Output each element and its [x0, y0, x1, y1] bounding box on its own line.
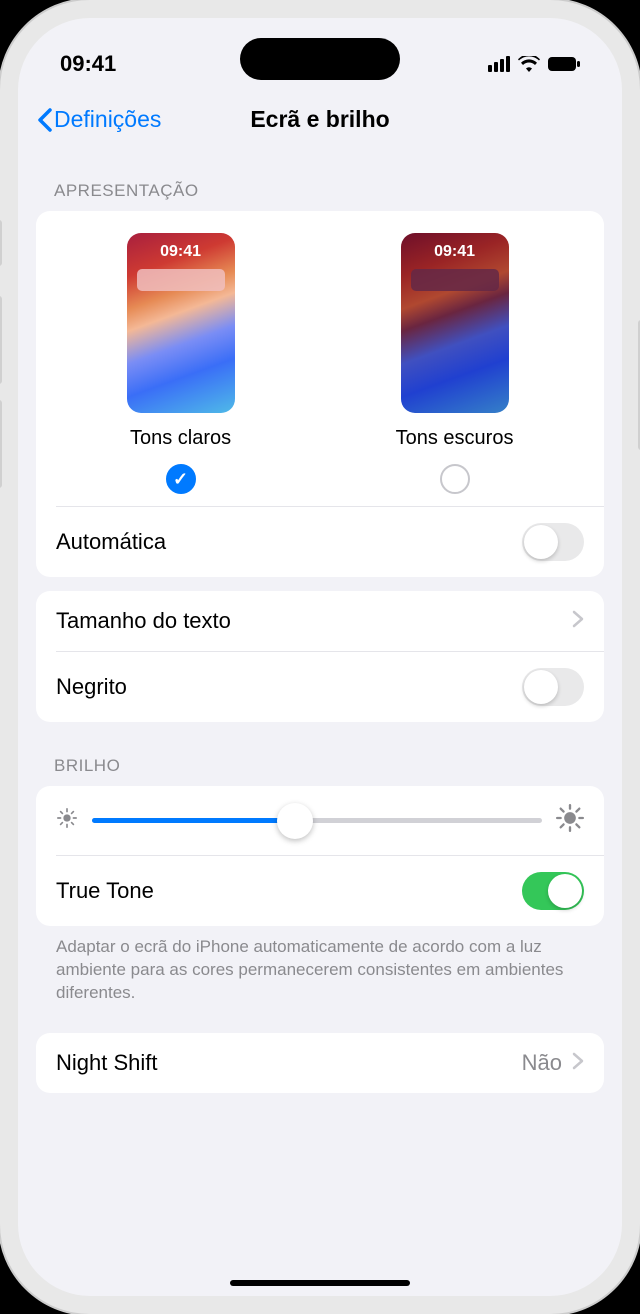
true-tone-toggle[interactable]: [522, 872, 584, 910]
dark-preview: 09:41: [401, 233, 509, 413]
light-radio[interactable]: [166, 464, 196, 494]
brightness-slider[interactable]: [92, 818, 542, 823]
dark-radio[interactable]: [440, 464, 470, 494]
nav-bar: Definições Ecrã e brilho: [18, 88, 622, 147]
back-label: Definições: [54, 106, 161, 133]
appearance-option-dark[interactable]: 09:41 Tons escuros: [396, 233, 514, 494]
phone-frame: 09:41 Definições Ecrã e brilho Apr: [0, 0, 640, 1314]
automatic-row[interactable]: Automática: [36, 507, 604, 577]
sun-large-icon: [556, 804, 584, 837]
dynamic-island: [240, 38, 400, 80]
battery-icon: [548, 56, 580, 72]
light-preview: 09:41: [127, 233, 235, 413]
light-label: Tons claros: [130, 427, 231, 450]
text-size-label: Tamanho do texto: [56, 608, 231, 634]
appearance-section-header: Apresentação: [36, 147, 604, 211]
text-card: Tamanho do texto Negrito: [36, 591, 604, 722]
phone-screen: 09:41 Definições Ecrã e brilho Apr: [18, 18, 622, 1296]
page-title: Ecrã e brilho: [250, 106, 389, 133]
status-time: 09:41: [60, 51, 116, 77]
dark-label: Tons escuros: [396, 427, 514, 450]
volume-up-button: [0, 296, 2, 384]
brightness-fill: [92, 818, 295, 823]
volume-down-button: [0, 400, 2, 488]
true-tone-row[interactable]: True Tone: [36, 856, 604, 926]
bold-row[interactable]: Negrito: [36, 652, 604, 722]
home-indicator[interactable]: [230, 1280, 410, 1286]
brightness-section-header: Brilho: [36, 722, 604, 786]
appearance-option-light[interactable]: 09:41 Tons claros: [127, 233, 235, 494]
appearance-card: 09:41 Tons claros 09:41 Tons escuros: [36, 211, 604, 577]
silent-switch: [0, 220, 2, 266]
night-shift-value: Não: [522, 1050, 562, 1076]
chevron-left-icon: [36, 108, 52, 132]
brightness-slider-row: [36, 786, 604, 855]
back-button[interactable]: Definições: [36, 106, 161, 133]
true-tone-description: Adaptar o ecrã do iPhone automaticamente…: [36, 926, 604, 1005]
chevron-right-icon: [572, 608, 584, 634]
night-shift-card: Night Shift Não: [36, 1033, 604, 1093]
chevron-right-icon: [572, 1050, 584, 1076]
brightness-card: True Tone: [36, 786, 604, 926]
night-shift-row[interactable]: Night Shift Não: [36, 1033, 604, 1093]
cellular-signal-icon: [488, 56, 510, 72]
status-icons: [488, 56, 580, 72]
bold-label: Negrito: [56, 674, 127, 700]
true-tone-label: True Tone: [56, 878, 154, 904]
text-size-row[interactable]: Tamanho do texto: [36, 591, 604, 651]
wifi-icon: [518, 56, 540, 72]
automatic-toggle[interactable]: [522, 523, 584, 561]
night-shift-label: Night Shift: [56, 1050, 158, 1076]
brightness-thumb[interactable]: [277, 803, 313, 839]
bold-toggle[interactable]: [522, 668, 584, 706]
automatic-label: Automática: [56, 529, 166, 555]
sun-small-icon: [56, 807, 78, 834]
